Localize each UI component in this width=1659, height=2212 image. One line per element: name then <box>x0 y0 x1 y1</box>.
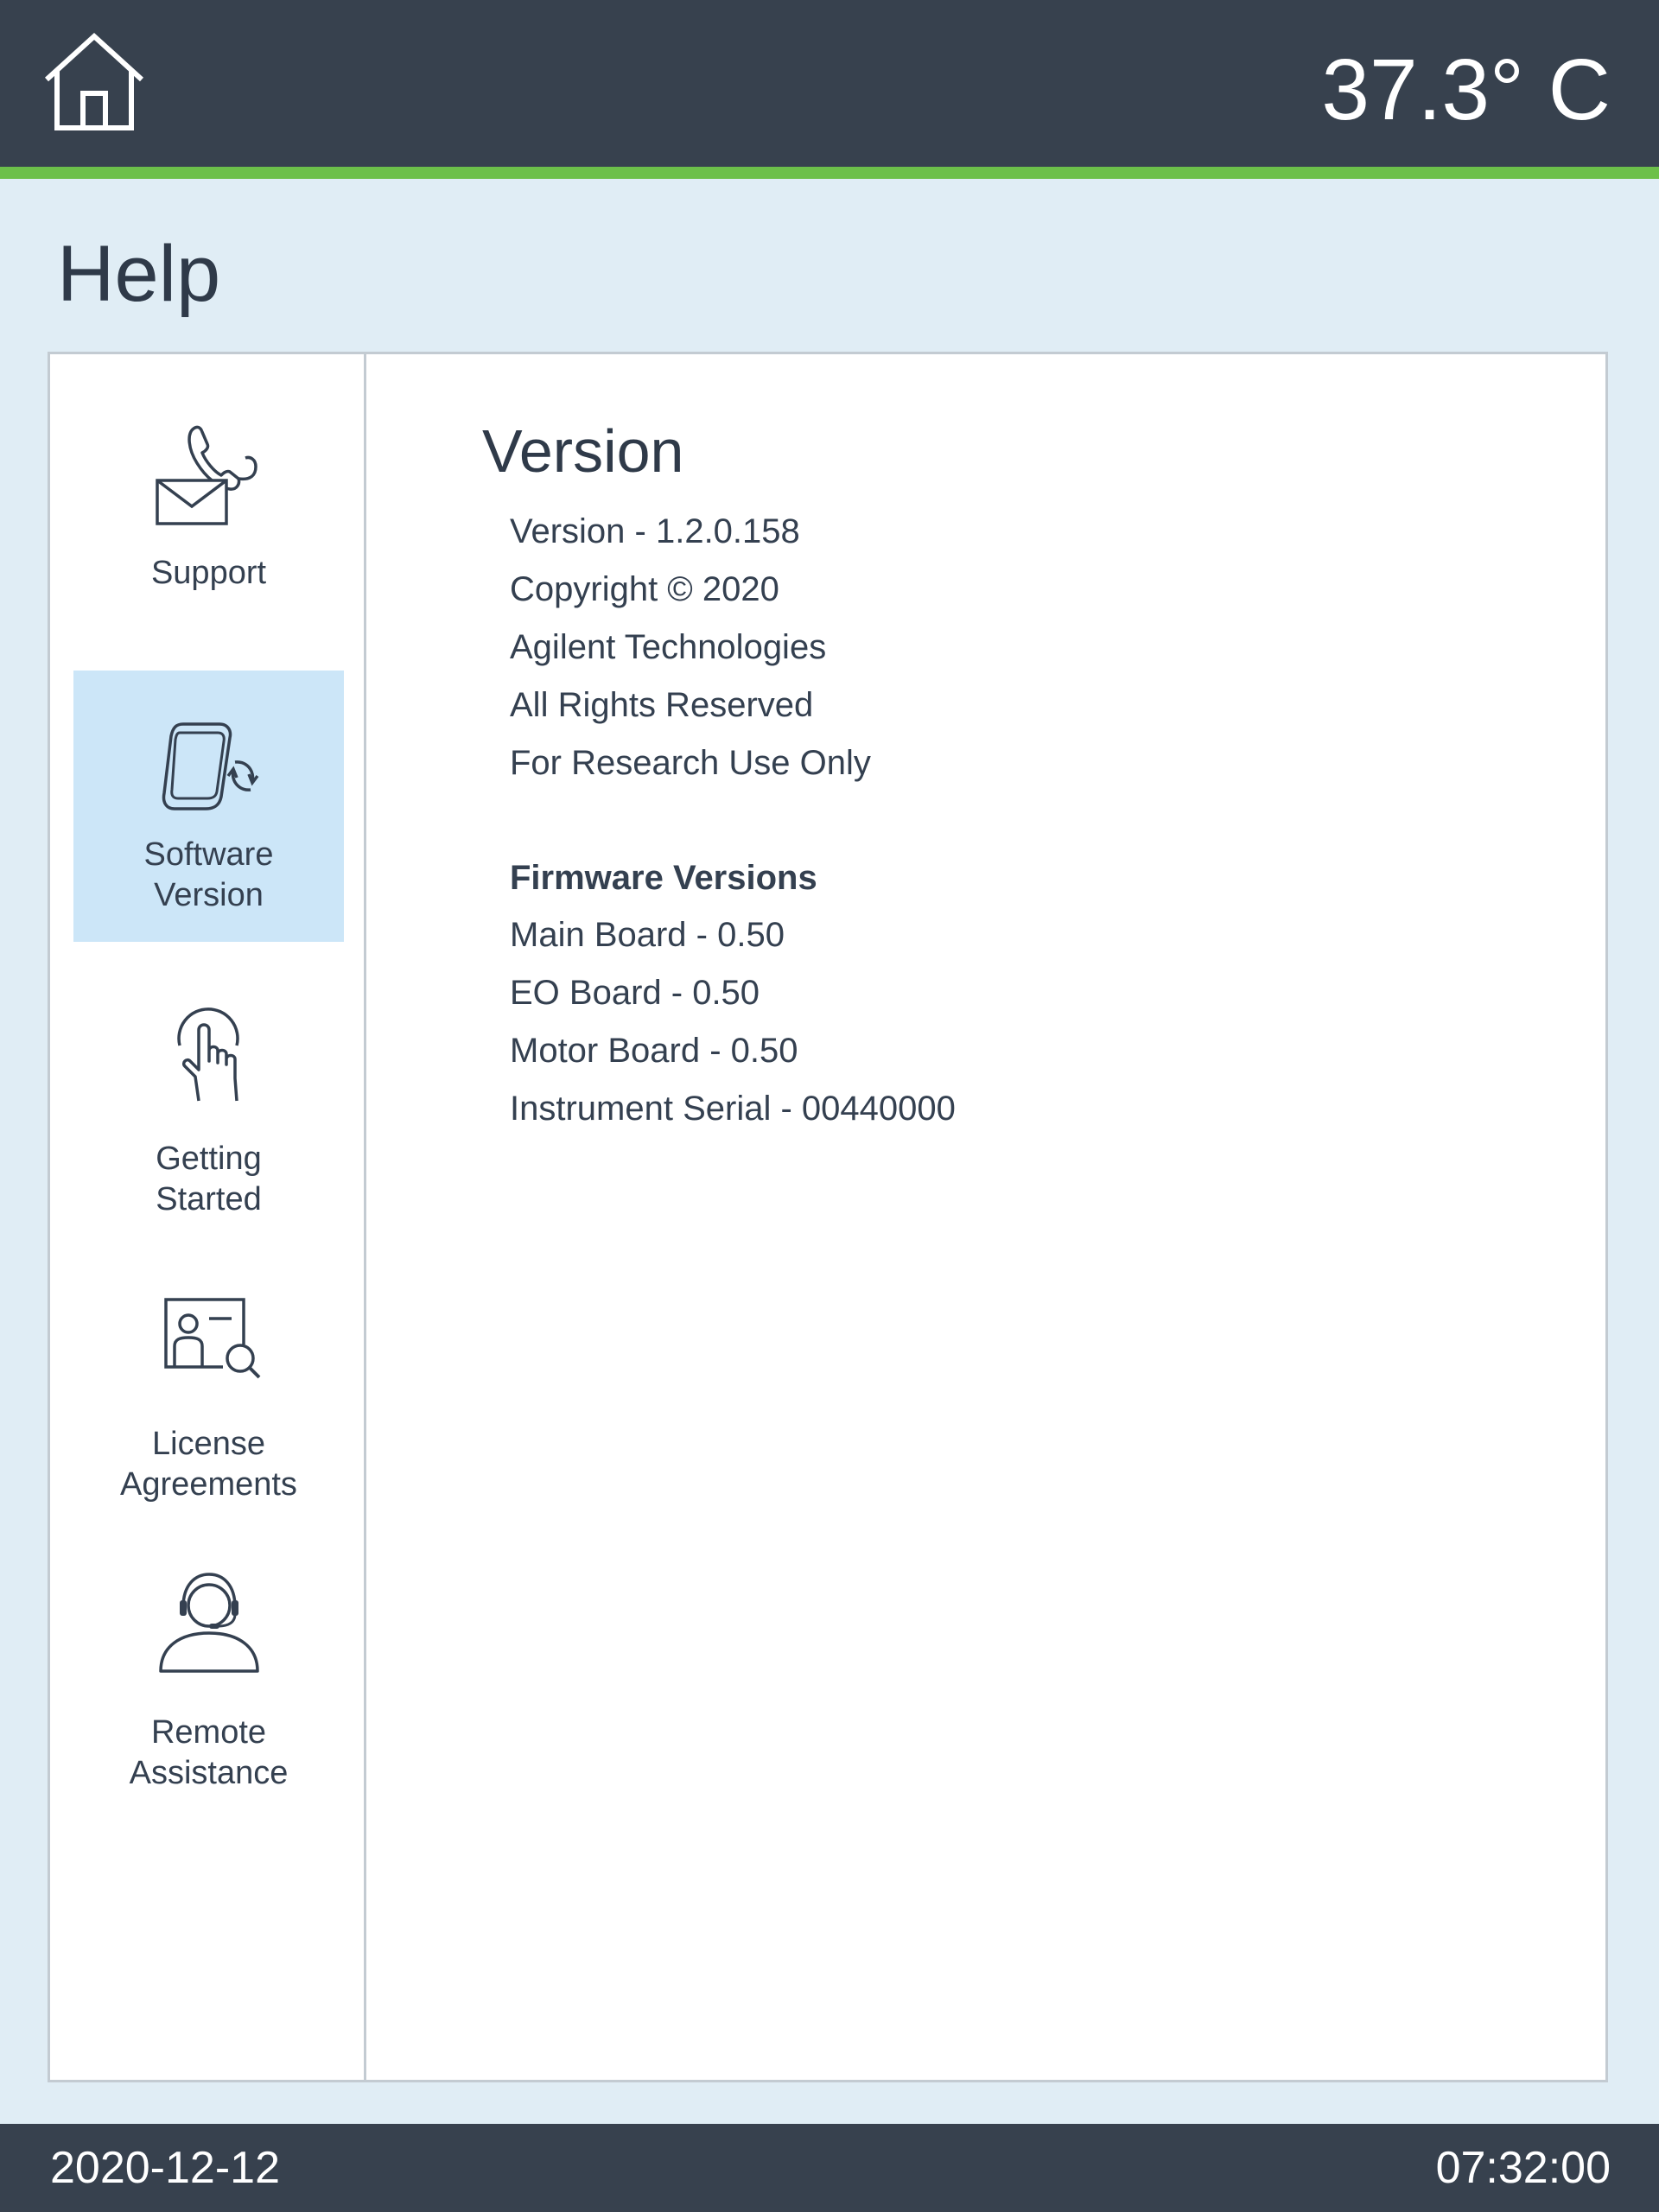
version-content: Version Version - 1.2.0.158 Copyright © … <box>366 354 1605 2080</box>
research-use-line: For Research Use Only <box>510 744 871 782</box>
instrument-serial: Instrument Serial - 00440000 <box>510 1090 956 1128</box>
firmware-main-board: Main Board - 0.50 <box>510 916 785 954</box>
sidebar-item-support[interactable]: Support <box>73 406 344 622</box>
sidebar-item-software-version[interactable]: Software Version <box>73 671 344 942</box>
sidebar-item-label-line2: Version <box>154 877 264 913</box>
version-line: Version - 1.2.0.158 <box>510 512 800 550</box>
firmware-heading: Firmware Versions <box>510 859 817 897</box>
sidebar-item-label: Support <box>150 555 267 591</box>
device-refresh-icon <box>162 722 258 810</box>
sidebar-item-label-line2: Assistance <box>129 1755 289 1791</box>
help-sidebar: Support Software Version Getting Started… <box>50 354 366 2080</box>
sidebar-item-label-line1: License <box>152 1426 265 1462</box>
status-bar: 2020-12-12 07:32:00 <box>0 2124 1659 2212</box>
top-bar: 37.3° C <box>0 0 1659 179</box>
rights-line: All Rights Reserved <box>510 686 814 724</box>
help-panel: Support Software Version Getting Started… <box>48 352 1608 2082</box>
company-line: Agilent Technologies <box>510 628 827 666</box>
phone-envelope-icon <box>155 425 257 525</box>
sidebar-item-label-line1: Software <box>143 836 274 873</box>
section-title: Version <box>482 417 684 485</box>
sidebar-item-label-line1: Getting <box>156 1141 262 1177</box>
sidebar-item-getting-started[interactable]: Getting Started <box>73 971 344 1230</box>
headset-agent-icon <box>158 1573 259 1673</box>
temperature-readout: 37.3° C <box>1321 41 1611 138</box>
page-title: Help <box>57 230 221 318</box>
home-button[interactable] <box>38 26 150 138</box>
sidebar-item-label-line2: Started <box>156 1181 262 1217</box>
copyright-line: Copyright © 2020 <box>510 570 779 608</box>
touch-hand-icon <box>176 1007 239 1102</box>
status-time: 07:32:00 <box>1435 2143 1611 2193</box>
sidebar-item-label-line2: Agreements <box>120 1466 297 1503</box>
sidebar-item-license-agreements[interactable]: License Agreements <box>73 1270 344 1521</box>
license-search-icon <box>163 1298 260 1379</box>
sidebar-item-remote-assistance[interactable]: Remote Assistance <box>73 1564 344 1815</box>
sidebar-item-label-line1: Remote <box>150 1714 267 1751</box>
status-date: 2020-12-12 <box>50 2143 280 2193</box>
firmware-motor-board: Motor Board - 0.50 <box>510 1032 798 1070</box>
home-icon <box>44 32 144 130</box>
firmware-eo-board: EO Board - 0.50 <box>510 974 760 1012</box>
